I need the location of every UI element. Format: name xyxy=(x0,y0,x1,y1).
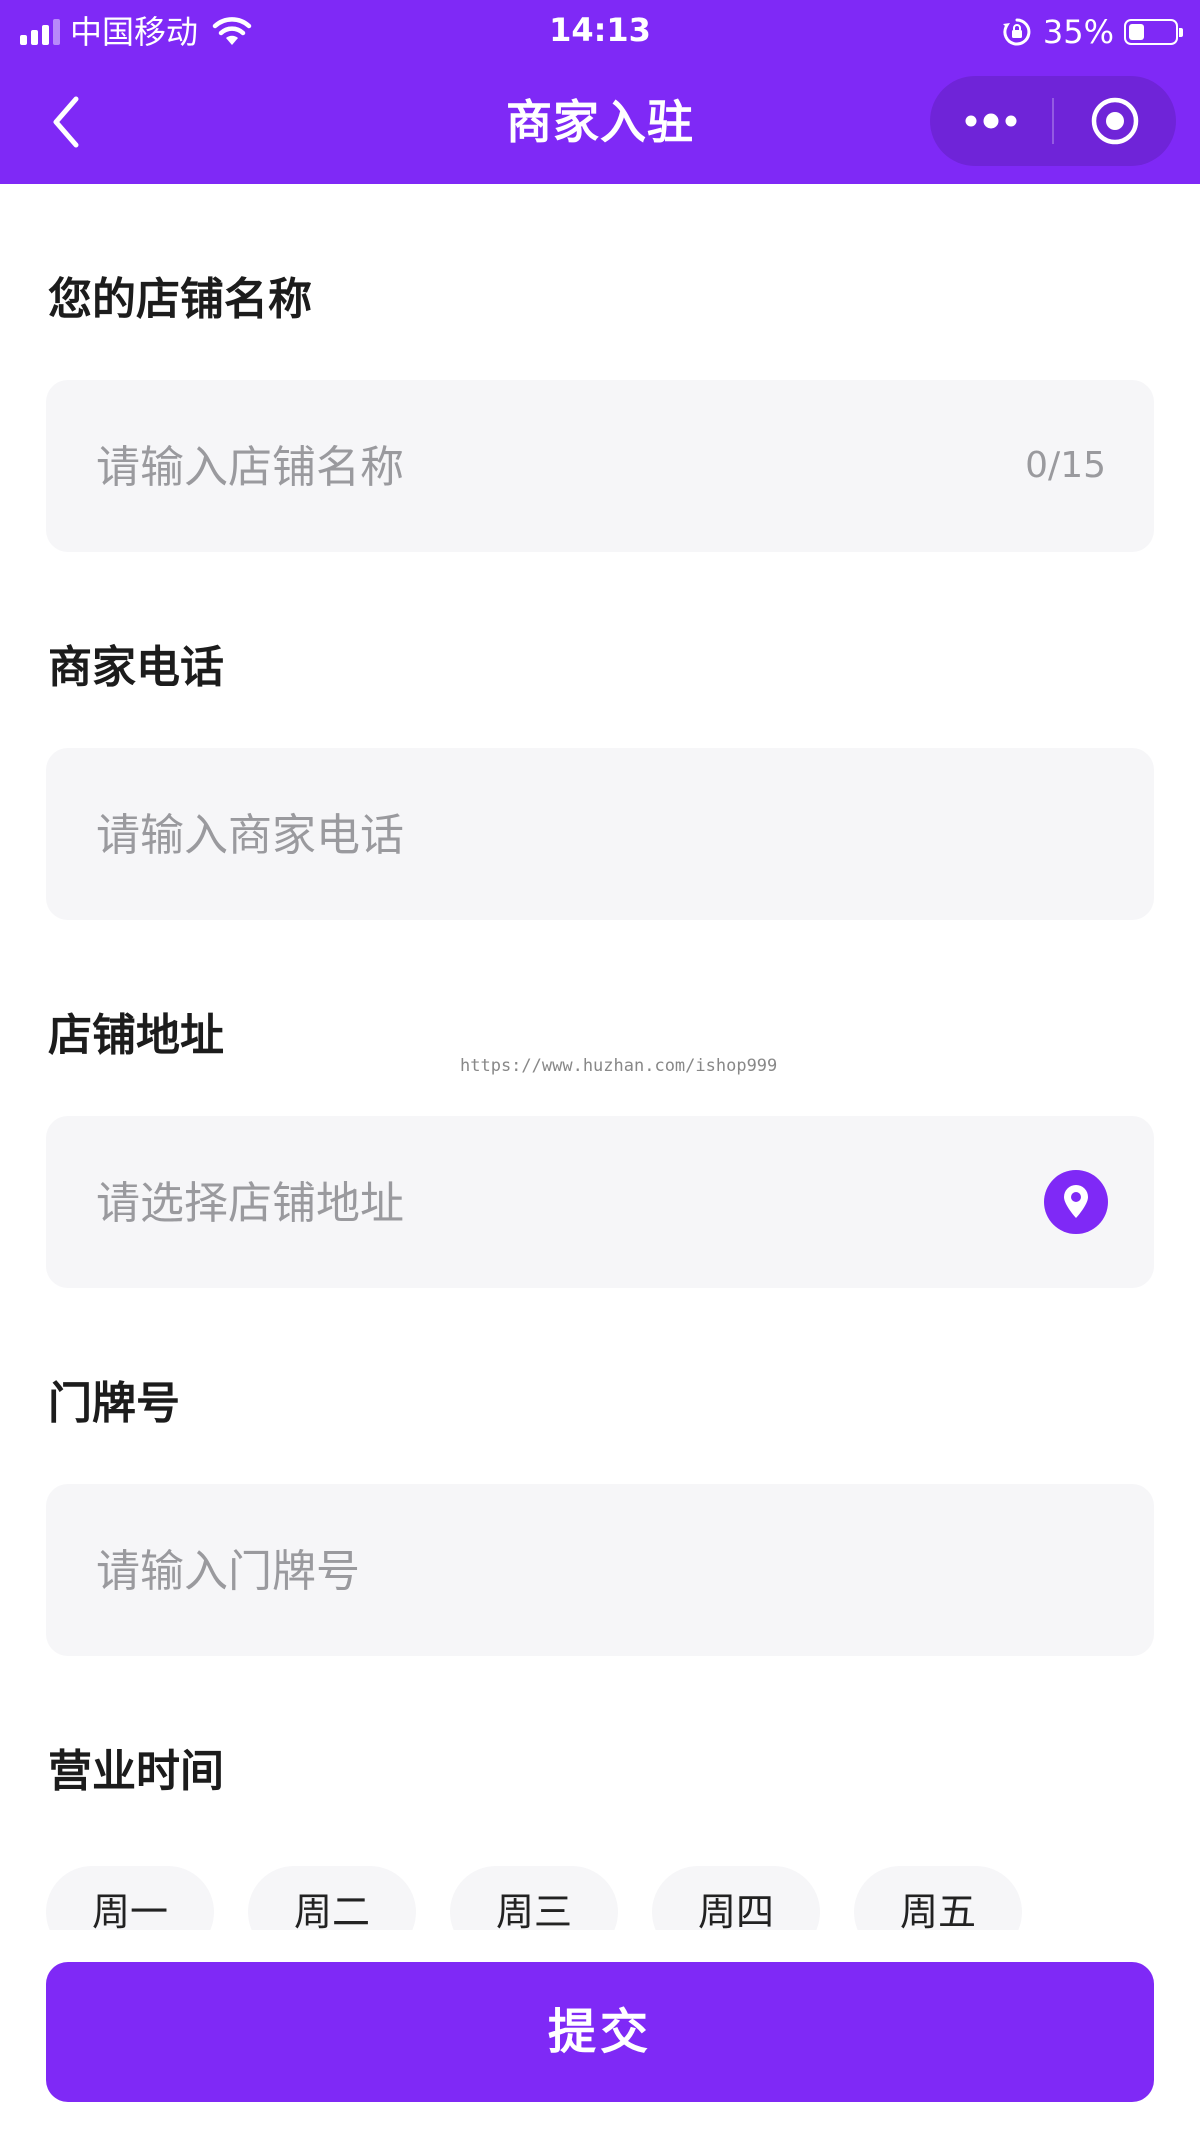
app-header: 中国移动 14:13 35% 商家入驻 xyxy=(0,0,1200,184)
business-days: 周一 周二 周三 周四 周五 xyxy=(46,1866,1154,1930)
day-chip-mon[interactable]: 周一 xyxy=(46,1866,214,1930)
door-number-label: 门牌号 xyxy=(48,1378,180,1429)
location-pin-icon xyxy=(1064,1185,1088,1218)
business-hours-label: 营业时间 xyxy=(48,1746,224,1797)
shop-name-counter: 0/15 xyxy=(1025,445,1106,486)
address-field[interactable] xyxy=(46,1116,1154,1290)
door-number-field xyxy=(46,1484,1154,1658)
location-button[interactable] xyxy=(1044,1170,1108,1234)
day-chip-tue[interactable]: 周二 xyxy=(248,1866,416,1930)
status-bar: 中国移动 14:13 35% xyxy=(0,0,1200,62)
close-program-button[interactable] xyxy=(1054,76,1176,166)
mini-program-capsule xyxy=(930,76,1176,166)
phone-label: 商家电话 xyxy=(48,642,224,693)
rotation-lock-icon xyxy=(1002,18,1031,46)
day-chip-thu[interactable]: 周四 xyxy=(652,1866,820,1930)
day-chip-wed[interactable]: 周三 xyxy=(450,1866,618,1930)
more-button[interactable] xyxy=(930,76,1052,166)
battery-percent: 35% xyxy=(1042,13,1114,51)
status-right: 35% xyxy=(1001,12,1183,52)
watermark-text: https://www.huzhan.com/ishop999 xyxy=(460,1056,778,1076)
shop-name-input[interactable] xyxy=(94,380,958,554)
phone-field xyxy=(46,748,1154,922)
address-label: 店铺地址 xyxy=(48,1010,224,1061)
address-input[interactable] xyxy=(94,1116,958,1290)
battery-icon xyxy=(1124,19,1183,45)
shop-name-label: 您的店铺名称 xyxy=(48,274,312,325)
phone-input[interactable] xyxy=(94,748,958,922)
door-number-input[interactable] xyxy=(94,1484,958,1658)
nav-bar: 商家入驻 xyxy=(0,62,1200,184)
more-dots-icon xyxy=(965,113,1017,129)
shop-name-field: 0/15 xyxy=(46,380,1154,554)
submit-button[interactable]: 提交 xyxy=(46,1962,1154,2102)
day-chip-fri[interactable]: 周五 xyxy=(854,1866,1022,1930)
battery-fill xyxy=(1129,24,1144,40)
target-circle-icon xyxy=(1091,97,1139,145)
